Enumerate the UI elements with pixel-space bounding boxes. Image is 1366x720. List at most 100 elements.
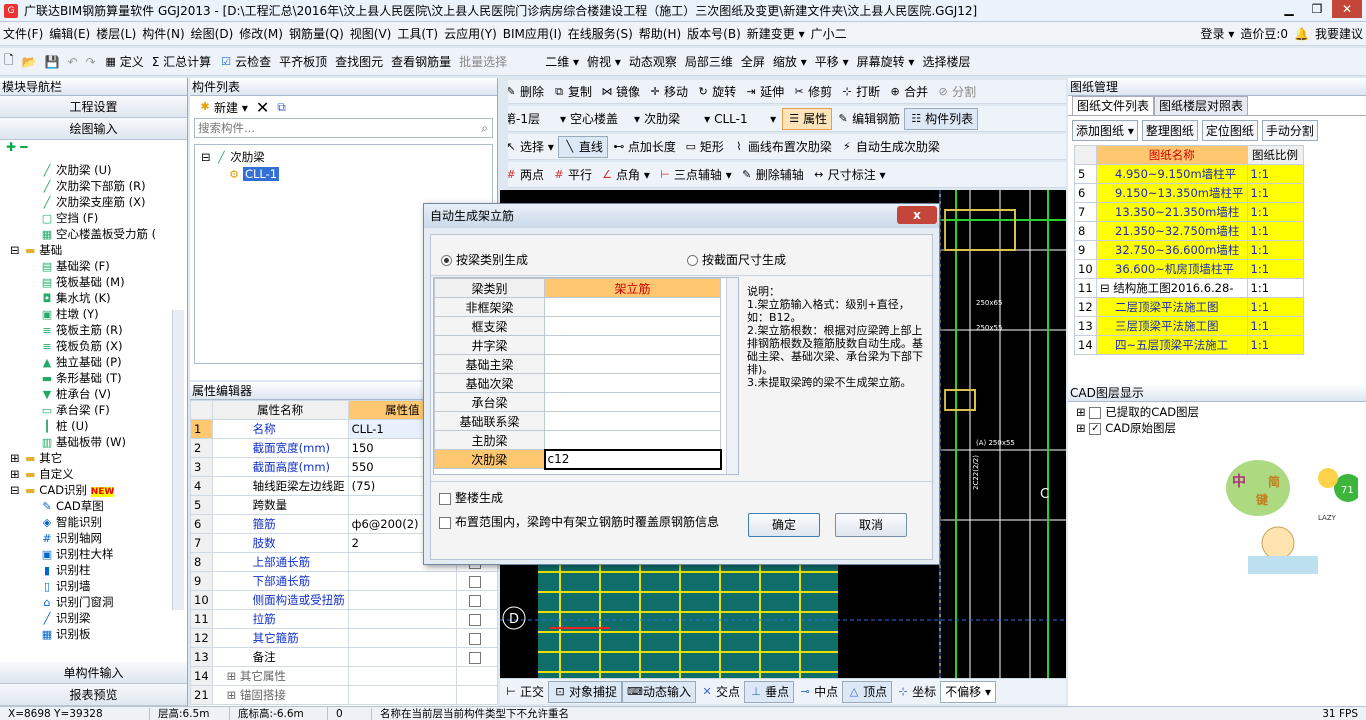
component-search-input[interactable] xyxy=(195,121,482,135)
login-button[interactable]: 登录 ▾ xyxy=(1198,25,1238,42)
tree-item[interactable]: ◈ 智能识别 xyxy=(4,514,187,530)
three-point-axis-dropdown[interactable]: ⊢ 三点辅轴 ▾ xyxy=(654,164,736,186)
align-slab-top-button[interactable]: 平齐板顶 xyxy=(275,51,331,73)
erection-bar-input[interactable] xyxy=(544,316,721,336)
summary-calc-button[interactable]: Σ 汇总计算 xyxy=(148,51,215,73)
parallel-button[interactable]: # 平行 xyxy=(548,164,596,186)
radio-by-section-size[interactable]: 按截面尺寸生成 xyxy=(687,251,786,268)
ok-button[interactable]: 确定 xyxy=(748,513,820,537)
expand-collapse-icon[interactable]: ✚ ━ xyxy=(0,140,187,162)
report-preview-button[interactable]: 报表预览 xyxy=(0,684,187,706)
erection-bar-input[interactable] xyxy=(544,354,721,374)
layer-checkbox[interactable] xyxy=(1089,406,1102,419)
local-3d-button[interactable]: 局部三维 xyxy=(681,51,737,73)
item-select[interactable]: CLL-1 xyxy=(710,108,770,130)
erection-bar-input[interactable] xyxy=(544,373,721,393)
table-row[interactable]: 非框架梁 xyxy=(434,297,721,317)
point-angle-dropdown[interactable]: ∠ 点角 ▾ xyxy=(596,164,654,186)
project-settings-button[interactable]: 工程设置 xyxy=(0,96,187,118)
menu-edit[interactable]: 编辑(E) xyxy=(46,25,93,42)
expand-group-row[interactable]: ⊞ 锚固搭接 xyxy=(211,685,349,705)
table-row[interactable]: 基础主梁 xyxy=(434,354,721,374)
table-row[interactable]: 7 13.350~21.350m墙柱 1:1 xyxy=(1074,202,1304,222)
tree-item[interactable]: ▲ 独立基础 (P) xyxy=(4,354,187,370)
table-row[interactable]: 基础次梁 xyxy=(434,373,721,393)
tree-item[interactable]: ▯ 识别墙 xyxy=(4,578,187,594)
move-button[interactable]: ✛ 移动 xyxy=(644,81,692,103)
vertex-button[interactable]: △ 顶点 xyxy=(842,680,893,703)
erection-bar-input[interactable] xyxy=(544,297,721,317)
menu-cloud[interactable]: 云应用(Y) xyxy=(441,25,500,42)
top-view-dropdown[interactable]: 俯视 ▾ xyxy=(583,51,625,73)
property-value-cell[interactable] xyxy=(347,571,458,591)
tab-drawing-file-list[interactable]: 图纸文件列表 xyxy=(1072,96,1155,115)
erection-bar-input[interactable] xyxy=(544,411,721,431)
chevron-down-icon[interactable]: ▾ xyxy=(770,112,776,126)
organize-drawing-button[interactable]: 整理图纸 xyxy=(1141,120,1198,141)
tree-item[interactable]: ▮ 识别柱 xyxy=(4,562,187,578)
extend-button[interactable]: ⇥ 延伸 xyxy=(740,81,788,103)
menu-view[interactable]: 视图(V) xyxy=(347,25,395,42)
search-icon[interactable]: ⌕ xyxy=(481,121,492,136)
undo-icon[interactable]: ↶ xyxy=(64,51,82,73)
menu-rebar[interactable]: 钢筋量(Q) xyxy=(286,25,347,42)
table-row[interactable]: 框支梁 xyxy=(434,316,721,336)
property-checkbox[interactable] xyxy=(469,575,481,588)
pan-dropdown[interactable]: 平移 ▾ xyxy=(811,51,853,73)
table-row[interactable]: 8 21.350~32.750m墙柱 1:1 xyxy=(1074,221,1304,241)
find-element-button[interactable]: 查找图元 xyxy=(331,51,387,73)
table-row[interactable]: 承台梁 xyxy=(434,392,721,412)
tree-item[interactable]: ◘ 集水坑 (K) xyxy=(4,290,187,306)
cancel-button[interactable]: 取消 xyxy=(835,513,907,537)
edit-rebar-button[interactable]: ✎ 编辑钢筋 xyxy=(832,108,904,130)
select-dropdown[interactable]: ↖ 选择 ▾ xyxy=(500,136,558,158)
tree-item[interactable]: ≡ 筏板负筋 (X) xyxy=(4,338,187,354)
dialog-close-button[interactable]: x xyxy=(897,206,937,224)
table-row[interactable]: 12 二层顶梁平法施工图 1:1 xyxy=(1074,297,1304,317)
save-icon[interactable]: 💾 xyxy=(41,51,64,73)
new-file-icon[interactable]: 🗋 xyxy=(0,51,18,73)
bell-icon[interactable]: 🔔 xyxy=(1291,27,1312,41)
rotate-button[interactable]: ↻ 旋转 xyxy=(692,81,740,103)
property-checkbox[interactable] xyxy=(469,613,481,626)
component-list-button[interactable]: ☷ 构件列表 xyxy=(904,107,979,130)
tree-folder[interactable]: ⊟ ▬ CAD识别 NEW xyxy=(4,482,187,498)
erection-bar-input[interactable] xyxy=(544,392,721,412)
ortho-button[interactable]: ⊢ 正交 xyxy=(500,681,548,703)
line-button[interactable]: ╲ 直线 xyxy=(557,135,608,158)
menu-help[interactable]: 帮助(H) xyxy=(636,25,684,42)
table-row[interactable]: 14 四~五层顶梁平法施工 1:1 xyxy=(1074,335,1304,355)
close-window-icon[interactable]: ✕ xyxy=(1332,0,1362,18)
tree-item[interactable]: # 识别轴网 xyxy=(4,530,187,546)
dynamic-input-button[interactable]: ⌨ 动态输入 xyxy=(622,680,697,703)
intersection-button[interactable]: ✕ 交点 xyxy=(696,681,744,703)
properties-button[interactable]: ☰ 属性 xyxy=(782,107,833,130)
tree-folder[interactable]: ⊟ ▬ 基础 xyxy=(4,242,187,258)
tree-item[interactable]: ▣ 识别柱大样 xyxy=(4,546,187,562)
zoom-dropdown[interactable]: 缩放 ▾ xyxy=(769,51,811,73)
redo-icon[interactable]: ↷ xyxy=(82,51,100,73)
object-snap-button[interactable]: ⊡ 对象捕捉 xyxy=(548,680,623,703)
tree-scrollbar[interactable] xyxy=(172,310,184,610)
erection-bar-input[interactable]: c12 xyxy=(543,448,722,470)
menu-guangxiaoer[interactable]: 广小二 xyxy=(808,25,850,42)
break-button[interactable]: ⊹ 打断 xyxy=(836,81,884,103)
delete-component-icon[interactable]: ✕ xyxy=(252,96,273,118)
table-scrollbar[interactable] xyxy=(726,278,738,474)
tab-drawing-floor-map[interactable]: 图纸楼层对照表 xyxy=(1154,96,1249,115)
property-checkbox[interactable] xyxy=(469,651,481,664)
tree-folder[interactable]: ⊞ ▬ 其它 xyxy=(4,450,187,466)
tree-item[interactable]: ⌂ 识别门窗洞 xyxy=(4,594,187,610)
menu-component[interactable]: 构件(N) xyxy=(139,25,187,42)
menu-floor[interactable]: 楼层(L) xyxy=(93,25,139,42)
menu-version[interactable]: 版本号(B) xyxy=(684,25,744,42)
table-row[interactable]: 11 ⊟ 结构施工图2016.6.28- 1:1 xyxy=(1074,278,1304,298)
tree-item[interactable]: ╱ 次肋梁下部筋 (R) xyxy=(4,178,187,194)
table-row[interactable]: 6 9.150~13.350m墙柱平 1:1 xyxy=(1074,183,1304,203)
tree-item[interactable]: ╱ 识别梁 xyxy=(4,610,187,626)
erection-bar-input[interactable] xyxy=(544,335,721,355)
dimension-dropdown[interactable]: ↔ 尺寸标注 ▾ xyxy=(808,164,890,186)
tree-item[interactable]: ≡ 筏板主筋 (R) xyxy=(4,322,187,338)
screen-rotate-dropdown[interactable]: 屏幕旋转 ▾ xyxy=(853,51,919,73)
cloud-check-button[interactable]: ☑ 云检查 xyxy=(215,51,275,73)
